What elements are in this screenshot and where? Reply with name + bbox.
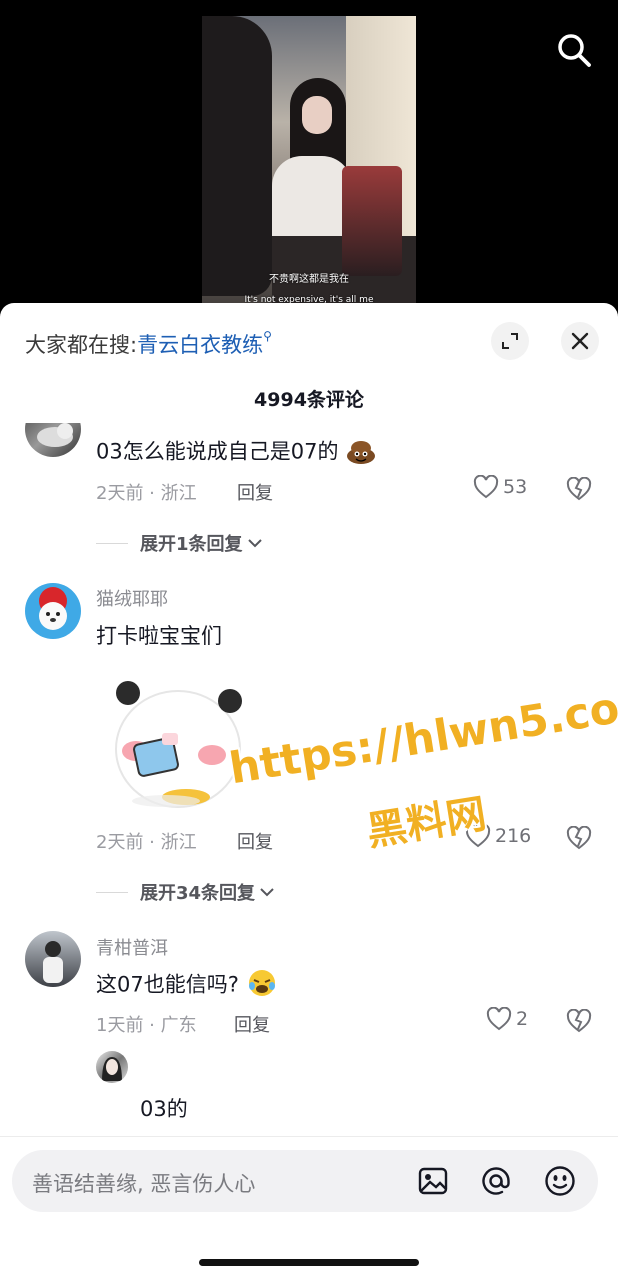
avatar[interactable]: [25, 583, 81, 639]
dog-avatar-icon: [37, 423, 73, 447]
reply-button[interactable]: 回复: [234, 1011, 270, 1037]
chevron-down-icon: [247, 533, 263, 554]
dislike-button[interactable]: [566, 476, 592, 505]
emoji-button[interactable]: [544, 1165, 576, 1201]
divider-line: [96, 891, 128, 893]
comment-input-bar[interactable]: 善语结善缘, 恶言伤人心: [12, 1150, 598, 1212]
dislike-button[interactable]: [566, 1008, 592, 1037]
comment-username[interactable]: 猫绒耶耶: [96, 585, 168, 611]
heart-icon: [486, 1007, 512, 1031]
comment-count-title: 4994条评论: [254, 389, 364, 411]
trending-search[interactable]: 大家都在搜:青云白衣教练⚲: [25, 329, 272, 359]
heart-icon: [473, 475, 499, 499]
video-frame[interactable]: 不贵啊这都是我在 It's not expensive, it's all me: [202, 16, 416, 320]
comment-username[interactable]: 青柑普洱: [96, 934, 168, 960]
reply-button[interactable]: 回复: [237, 479, 273, 505]
comment-text: 03怎么能说成自己是07的: [96, 435, 377, 470]
image-icon: [418, 1167, 448, 1195]
dog-avatar-icon: [39, 587, 67, 630]
search-button[interactable]: [554, 30, 594, 70]
video-girl-face: [302, 96, 332, 134]
person-avatar-icon: [102, 1057, 122, 1081]
like-button[interactable]: 53: [473, 475, 527, 499]
video-person-left: [202, 16, 272, 296]
divider-line: [96, 542, 128, 544]
avatar[interactable]: [25, 423, 81, 457]
video-bag: [342, 166, 402, 276]
broken-heart-icon: [566, 1008, 592, 1033]
expand-panel-button[interactable]: [491, 322, 529, 360]
dislike-button[interactable]: [566, 825, 592, 854]
like-count: 216: [495, 825, 532, 847]
comment-time-location: 2天前 · 浙江: [96, 483, 197, 504]
reply-button[interactable]: 回复: [237, 828, 273, 854]
sub-reply-avatar[interactable]: [96, 1051, 128, 1083]
trending-prefix: 大家都在搜:: [25, 333, 138, 357]
like-count: 53: [503, 476, 528, 498]
expand-replies-button[interactable]: 展开34条回复: [96, 879, 275, 905]
comment-input[interactable]: 善语结善缘, 恶言伤人心: [32, 1168, 255, 1198]
panda-phone-sticker: [106, 673, 246, 813]
comment-time-location: 2天前 · 浙江: [96, 832, 197, 853]
trending-keyword[interactable]: 青云白衣教练: [137, 333, 263, 357]
comment-time-location: 1天前 · 广东: [96, 1015, 197, 1036]
expand-replies-button[interactable]: 展开1条回复: [96, 530, 263, 556]
at-icon: [482, 1167, 510, 1195]
input-divider: [0, 1136, 618, 1137]
mention-button[interactable]: [480, 1165, 512, 1201]
close-button[interactable]: [561, 322, 599, 360]
search-icon: [558, 34, 591, 67]
chevron-down-icon: [259, 882, 275, 903]
image-button[interactable]: [418, 1166, 448, 1200]
crying-laugh-emoji-icon: [246, 968, 278, 1003]
close-icon: [571, 332, 589, 350]
video-subtitle-cn: 不贵啊这都是我在: [269, 274, 349, 285]
poop-emoji-icon: [345, 435, 377, 470]
like-button[interactable]: 2: [486, 1007, 528, 1031]
comment-text: 这07也能信吗?: [96, 968, 278, 1003]
broken-heart-icon: [566, 476, 592, 501]
magnifier-icon: ⚲: [263, 329, 272, 343]
person-avatar-icon: [43, 941, 63, 983]
video-player[interactable]: 不贵啊这都是我在 It's not expensive, it's all me: [0, 0, 618, 320]
sub-reply-text: 03的: [140, 1097, 188, 1121]
avatar[interactable]: [25, 931, 81, 987]
video-girl-body: [272, 156, 352, 246]
smile-icon: [545, 1166, 575, 1196]
broken-heart-icon: [566, 825, 592, 850]
expand-replies-label: 展开1条回复: [140, 534, 243, 555]
comment-text: 打卡啦宝宝们: [96, 624, 222, 648]
expand-icon: [502, 333, 518, 349]
comment-panel: 大家都在搜:青云白衣教练⚲ 4994条评论 03怎么能说成自己是07的 2天前 …: [0, 303, 618, 1280]
like-count: 2: [516, 1008, 529, 1030]
expand-replies-label: 展开34条回复: [140, 883, 256, 904]
home-indicator: [199, 1259, 419, 1266]
